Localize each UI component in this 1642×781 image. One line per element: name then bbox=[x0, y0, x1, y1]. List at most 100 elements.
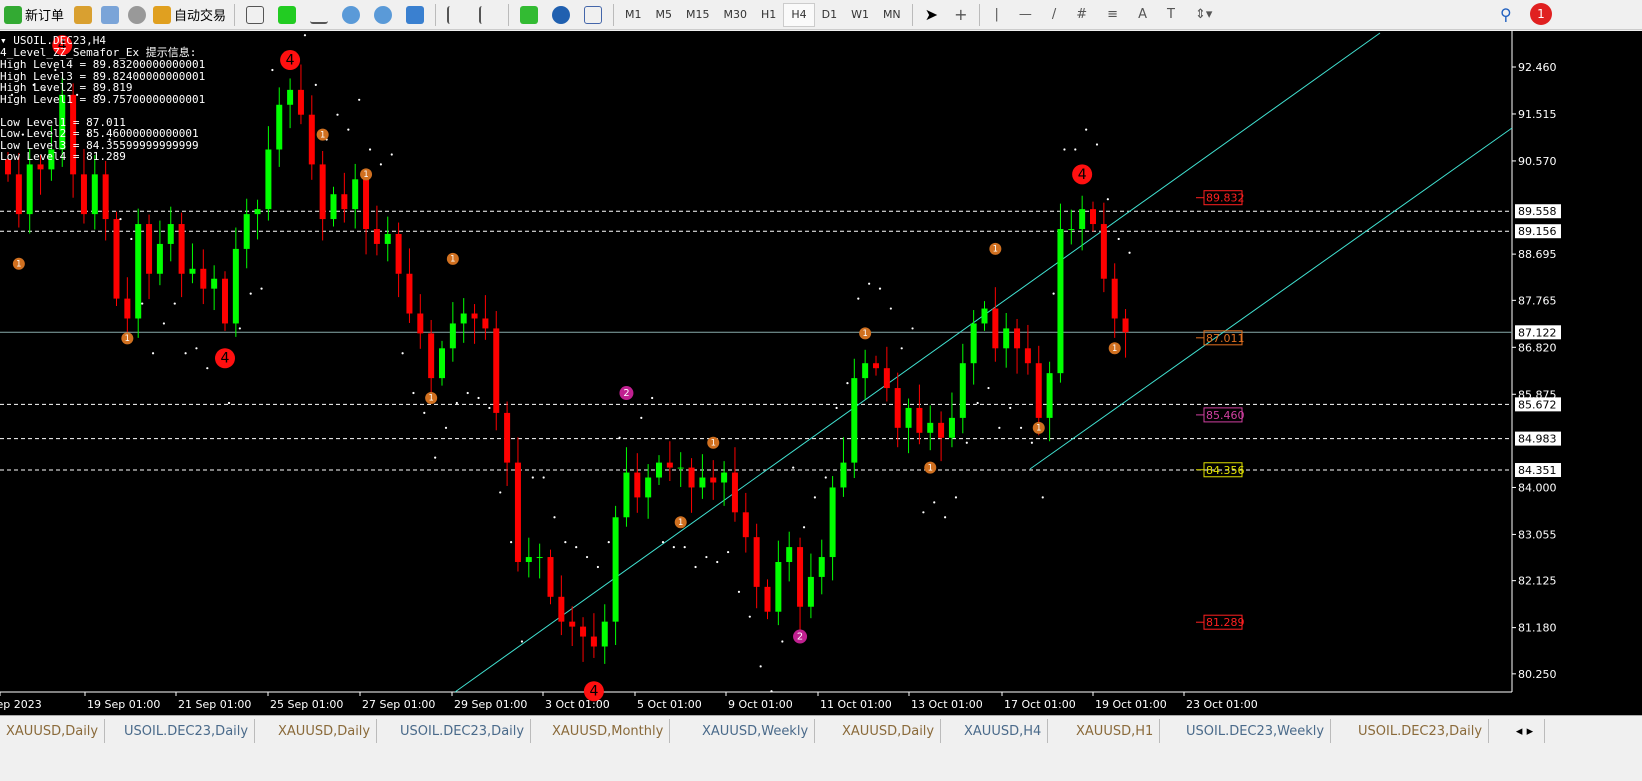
auto-trading-button[interactable]: 自动交易 bbox=[149, 2, 230, 28]
candle-chart-icon[interactable] bbox=[278, 5, 297, 24]
vertical-line-icon[interactable]: | bbox=[994, 7, 998, 22]
new-order-button[interactable]: 新订单 bbox=[0, 2, 68, 28]
sar-dot bbox=[575, 546, 578, 549]
price-tick-label: 80.250 bbox=[1518, 668, 1557, 681]
candle-body bbox=[699, 477, 706, 488]
bar-chart-icon[interactable] bbox=[246, 5, 265, 24]
price-tick-label: 88.695 bbox=[1518, 248, 1557, 261]
timeframe-m1[interactable]: M1 bbox=[618, 3, 649, 27]
time-tick-label: 27 Sep 01:00 bbox=[362, 698, 435, 711]
sar-dot bbox=[151, 352, 155, 355]
candle-body bbox=[124, 298, 131, 319]
sar-dot bbox=[466, 391, 469, 395]
chart-tabs: XAUUSD,Daily USOIL.DEC23,Daily XAUUSD,Dail… bbox=[0, 715, 1642, 781]
chart-tab[interactable]: USOIL.DEC23,Daily bbox=[394, 719, 532, 743]
search-icon[interactable]: ⚲ bbox=[1500, 5, 1512, 24]
chart-tab[interactable]: XAUUSD,H1 bbox=[1070, 719, 1161, 743]
cursor-icon[interactable]: ➤ bbox=[925, 5, 938, 24]
market-watch-icon[interactable] bbox=[74, 5, 93, 24]
equidistant-channel-icon[interactable]: # bbox=[1076, 7, 1087, 22]
candle-body bbox=[460, 313, 467, 324]
candle-body bbox=[330, 194, 337, 220]
horizontal-line-icon[interactable]: — bbox=[1019, 7, 1032, 22]
candle-body bbox=[265, 149, 272, 210]
sar-dot bbox=[933, 501, 936, 504]
channel-line-lower bbox=[1029, 127, 1513, 470]
arrows-icon[interactable]: ⇕▾ bbox=[1195, 7, 1212, 22]
sar-dot bbox=[944, 516, 947, 519]
text-label-icon[interactable]: T bbox=[1167, 7, 1175, 22]
timeframe-mn[interactable]: MN bbox=[876, 3, 908, 27]
sar-dot bbox=[705, 555, 708, 559]
time-tick-label: 19 Oct 01:00 bbox=[1095, 698, 1167, 711]
sar-dot bbox=[553, 516, 556, 519]
text-icon[interactable]: A bbox=[1138, 7, 1147, 22]
level-label: 87.011 bbox=[1206, 332, 1245, 345]
candle-body bbox=[818, 557, 825, 577]
semafor-label: 1 bbox=[711, 437, 716, 447]
candle-body bbox=[363, 179, 370, 230]
fibonacci-icon[interactable]: ≡ bbox=[1107, 7, 1118, 22]
candle-body bbox=[135, 224, 142, 319]
channel-line-upper bbox=[454, 32, 1381, 693]
sar-dot bbox=[1019, 426, 1023, 429]
toolbar: 新订单 自动交易 M1 M5 M15 M30 H1 H4 D1 W1 MN ➤ + | — / … bbox=[0, 0, 1642, 30]
chart-tab[interactable]: XAUUSD,Daily bbox=[836, 719, 942, 743]
zoom-out-icon[interactable] bbox=[374, 5, 393, 24]
trendline-icon[interactable]: / bbox=[1052, 7, 1056, 22]
chart-tab[interactable]: USOIL.DEC23,Daily bbox=[118, 719, 256, 743]
candle-body bbox=[384, 233, 391, 244]
sar-dot bbox=[868, 282, 871, 285]
autoscroll-icon[interactable] bbox=[447, 5, 465, 24]
timeframe-h4[interactable]: H4 bbox=[783, 2, 815, 27]
timeframe-m15[interactable]: M15 bbox=[679, 3, 717, 27]
timeframe-w1[interactable]: W1 bbox=[844, 3, 876, 27]
tile-windows-icon[interactable] bbox=[406, 5, 425, 24]
candle-body bbox=[319, 164, 326, 220]
chart-tab[interactable]: USOIL.DEC23,Daily bbox=[1352, 719, 1490, 743]
candle-body bbox=[569, 621, 576, 627]
sar-dot bbox=[727, 550, 730, 554]
chart-shift-icon[interactable] bbox=[479, 5, 497, 24]
semafor-label: 1 bbox=[16, 259, 21, 269]
candle-body bbox=[26, 164, 33, 215]
sar-dot bbox=[368, 148, 372, 151]
price-tick-label: 84.000 bbox=[1518, 481, 1557, 494]
auto-trading-icon bbox=[153, 5, 172, 24]
timeframe-m30[interactable]: M30 bbox=[717, 3, 755, 27]
data-window-icon[interactable] bbox=[101, 5, 120, 24]
sar-dot bbox=[423, 411, 426, 415]
chart-tab[interactable]: XAUUSD,Monthly bbox=[546, 719, 671, 743]
price-axis-marker-label: 89.558 bbox=[1518, 205, 1557, 218]
crosshair-icon[interactable]: + bbox=[954, 5, 967, 24]
indicators-icon[interactable] bbox=[520, 5, 539, 24]
candle-body bbox=[905, 407, 912, 428]
notifications-icon[interactable]: 1 bbox=[1530, 3, 1552, 25]
zoom-in-icon[interactable] bbox=[342, 5, 361, 24]
chart-tab[interactable]: XAUUSD,Weekly bbox=[696, 719, 816, 743]
candle-body bbox=[1111, 278, 1118, 319]
sar-dot bbox=[238, 327, 241, 330]
timeframe-d1[interactable]: D1 bbox=[815, 3, 844, 27]
signals-icon[interactable] bbox=[128, 5, 147, 24]
chart-tab[interactable]: USOIL.DEC23,Weekly bbox=[1180, 719, 1332, 743]
timeframe-h1[interactable]: H1 bbox=[754, 3, 783, 27]
timeframe-m5[interactable]: M5 bbox=[649, 3, 680, 27]
time-tick-label: 5 Oct 01:00 bbox=[637, 698, 702, 711]
sar-dot bbox=[206, 367, 209, 370]
price-chart[interactable]: 4 4 4 4 4 2 2 1 1 1 1 1 1 1 1 1 1 1 1 1 89.832 87.011 85.460 84… bbox=[0, 31, 1642, 715]
tab-scroll-arrows[interactable]: ◂ ▸ bbox=[1505, 719, 1545, 743]
semafor-label: 1 bbox=[428, 393, 433, 403]
line-chart-icon[interactable] bbox=[310, 6, 329, 24]
candle-body bbox=[200, 268, 207, 289]
sar-dot bbox=[195, 347, 198, 350]
sar-dot bbox=[900, 347, 903, 350]
chart-tab[interactable]: XAUUSD,Daily bbox=[272, 719, 378, 743]
periods-icon[interactable] bbox=[552, 5, 571, 24]
chart-tab[interactable]: XAUUSD,Daily bbox=[0, 719, 106, 743]
sar-dot bbox=[314, 83, 317, 86]
templates-icon[interactable] bbox=[584, 5, 603, 24]
info-line: Low Level4 = 81.289 bbox=[0, 150, 126, 163]
chart-tab[interactable]: XAUUSD,H4 bbox=[958, 719, 1049, 743]
sar-dot bbox=[835, 406, 838, 410]
